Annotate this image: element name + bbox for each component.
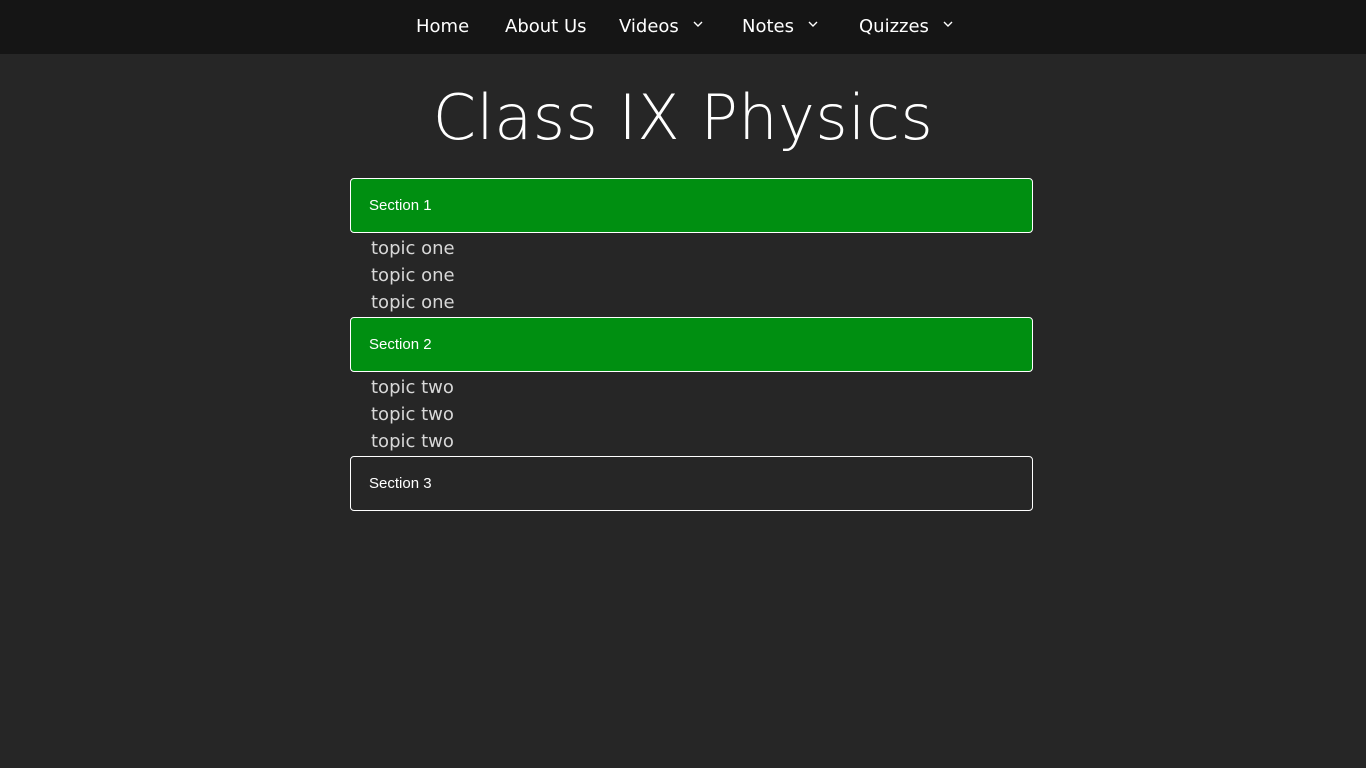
nav-notes-dropdown[interactable]: Notes (742, 0, 818, 54)
accordion-section-2-header[interactable]: Section 2 (350, 317, 1033, 372)
topic-link[interactable]: topic one (371, 289, 455, 316)
nav-about-label: About Us (505, 16, 587, 37)
nav-about-link[interactable]: About Us (505, 0, 587, 54)
topic-link[interactable]: topic one (371, 235, 455, 262)
topic-link[interactable]: topic two (371, 374, 454, 401)
top-navbar: Home About Us Videos Notes Quizzes (0, 0, 1366, 54)
section-label: Section 2 (369, 336, 432, 353)
chevron-down-icon (693, 19, 703, 29)
nav-videos-label: Videos (619, 16, 679, 37)
chevron-down-icon (943, 19, 953, 29)
nav-quizzes-label: Quizzes (859, 16, 929, 37)
nav-home-link[interactable]: Home (416, 0, 469, 54)
nav-home-label: Home (416, 16, 470, 37)
chevron-down-icon (808, 19, 818, 29)
page-title: Class IX Physics (432, 81, 934, 154)
section-label: Section 3 (369, 475, 432, 492)
nav-quizzes-dropdown[interactable]: Quizzes (859, 0, 953, 54)
nav-notes-label: Notes (742, 16, 794, 37)
accordion-section-1-header[interactable]: Section 1 (350, 178, 1033, 233)
section-label: Section 1 (369, 197, 432, 214)
accordion-section-3-header[interactable]: Section 3 (350, 456, 1033, 511)
topic-link[interactable]: topic two (371, 428, 454, 455)
nav-videos-dropdown[interactable]: Videos (619, 0, 703, 54)
topic-link[interactable]: topic two (371, 401, 454, 428)
topic-link[interactable]: topic one (371, 262, 455, 289)
